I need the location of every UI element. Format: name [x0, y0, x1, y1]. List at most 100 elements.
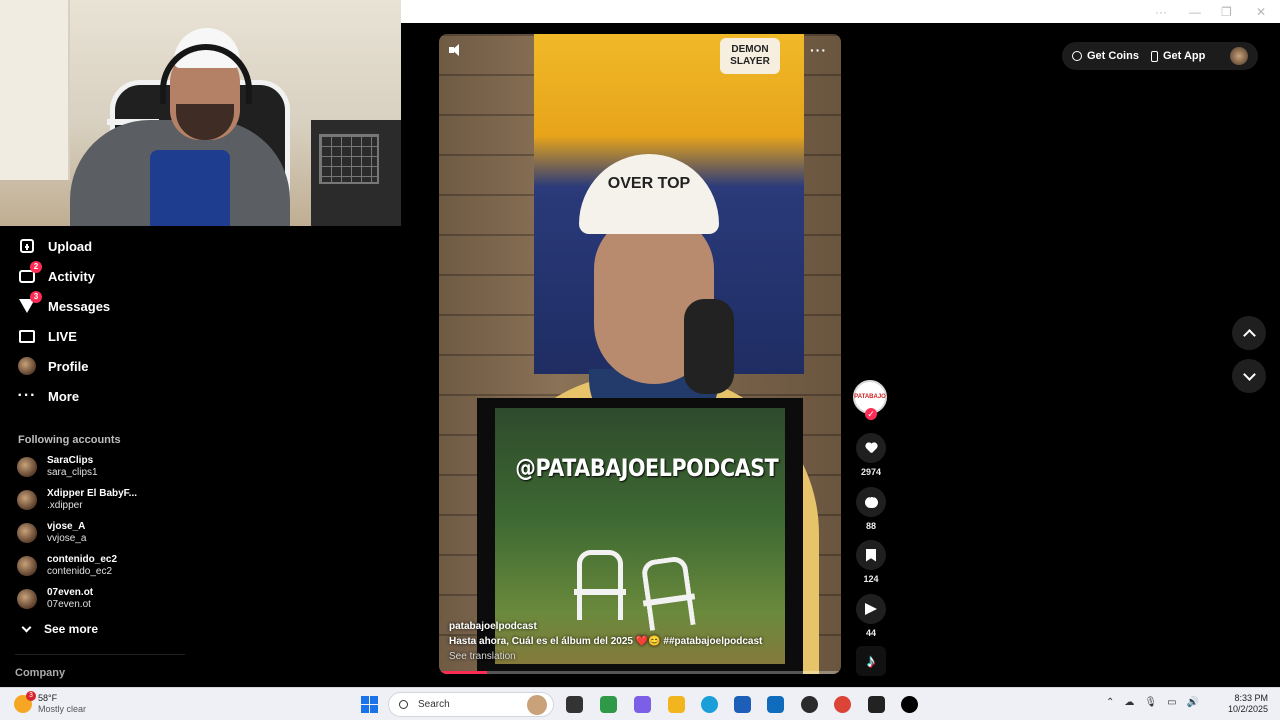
account-avatar — [17, 490, 37, 510]
following-account[interactable]: contenido_ec2 contenido_ec2 — [17, 554, 117, 578]
plastic-chair — [574, 550, 626, 620]
more-icon: ··· — [17, 387, 37, 404]
sidebar-item-live[interactable]: LIVE — [18, 324, 77, 348]
save-button[interactable]: 124 — [855, 540, 887, 584]
coin-icon — [1072, 51, 1082, 61]
chrome-icon[interactable] — [834, 696, 851, 713]
following-accounts-title: Following accounts — [18, 434, 121, 446]
sidebar-item-more[interactable]: ··· More — [17, 384, 80, 408]
sidebar-item-label: Activity — [48, 268, 95, 284]
see-translation-link[interactable]: See translation — [449, 649, 829, 664]
sidebar-item-messages[interactable]: 3 Messages — [18, 291, 111, 318]
previous-video-button[interactable] — [1232, 316, 1266, 350]
upload-icon — [18, 237, 36, 255]
store-icon[interactable] — [734, 696, 751, 713]
account-avatar — [17, 457, 37, 477]
bookmark-icon — [866, 548, 876, 562]
task-view-icon[interactable] — [566, 696, 583, 713]
window-titlebar: ··· — ❐ ✕ — [401, 0, 1280, 23]
sidebar-item-label: Upload — [48, 238, 93, 254]
sidebar-item-profile[interactable]: Profile — [18, 354, 88, 378]
following-account[interactable]: SaraClips sara_clips1 — [17, 455, 98, 479]
account-name: 07even.ot — [47, 587, 94, 598]
sidebar-item-upload[interactable]: Upload — [18, 234, 92, 258]
account-username: 07even.ot — [47, 599, 91, 610]
webcam-door — [0, 0, 70, 180]
following-account[interactable]: 07even.ot 07even.ot — [17, 587, 93, 611]
heart-icon — [865, 443, 877, 454]
like-button[interactable]: 2974 — [855, 433, 887, 477]
tray-chevron-up-icon[interactable]: ⌃ — [1106, 697, 1114, 708]
account-username: vvjose_a — [47, 533, 87, 544]
screen: Upload 2 Activity 3 Messages LIVE Profil… — [0, 0, 1280, 720]
xbox-icon[interactable] — [600, 696, 617, 713]
see-more-label: See more — [44, 622, 99, 636]
app-icon[interactable] — [868, 696, 885, 713]
comment-icon — [864, 492, 878, 508]
comment-button[interactable]: 88 — [855, 487, 887, 531]
onedrive-icon[interactable]: ☁ — [1124, 697, 1134, 708]
speaker-icon[interactable]: 🔊 — [1187, 697, 1199, 708]
follow-check-icon[interactable]: ✓ — [865, 408, 877, 420]
clock-date: 10/2/2025 — [1227, 704, 1268, 714]
account-name: contenido_ec2 — [47, 554, 118, 565]
file-explorer-icon[interactable] — [668, 696, 685, 713]
windows-taskbar: 3 58°F Mostly clear Search ⌃ ☁ 🎙 ▭ 🔊 8:33… — [0, 687, 1280, 720]
clock[interactable]: 8:33 PM 10/2/2025 — [1218, 693, 1268, 715]
volume-icon[interactable] — [449, 44, 465, 56]
messages-icon: 3 — [18, 291, 42, 315]
obs-icon[interactable] — [801, 696, 818, 713]
profile-avatar — [18, 357, 36, 375]
sidebar-item-label: Profile — [48, 358, 89, 374]
outlook-icon[interactable] — [767, 696, 784, 713]
window-minimize-button[interactable]: — — [1189, 5, 1201, 19]
tiktok-taskbar-icon[interactable] — [901, 696, 918, 713]
window-close-button[interactable]: ✕ — [1256, 5, 1266, 19]
tiktok-logo-icon[interactable]: ♪ — [856, 646, 886, 676]
poster-title: DEMON SLAYER — [720, 38, 780, 74]
account-avatar — [17, 523, 37, 543]
weather-badge: 3 — [26, 691, 36, 701]
webcam-overlay — [0, 0, 401, 226]
get-coins-button[interactable]: Get Coins — [1072, 50, 1139, 62]
copilot-icon[interactable] — [634, 696, 651, 713]
get-app-button[interactable]: Get App — [1150, 50, 1205, 62]
sidebar-item-activity[interactable]: 2 Activity — [18, 261, 95, 288]
window-menu-button[interactable]: ··· — [1155, 5, 1167, 19]
video-author[interactable]: patabajoelpodcast — [449, 619, 829, 634]
share-button[interactable]: 44 — [855, 594, 887, 638]
account-username: contenido_ec2 — [47, 566, 113, 577]
see-more-button[interactable]: See more — [20, 622, 98, 636]
start-button[interactable] — [361, 696, 378, 713]
microphone-icon[interactable]: 🎙 — [1144, 697, 1157, 708]
comment-count: 88 — [865, 521, 876, 531]
search-highlight-icon — [527, 694, 547, 715]
sidebar-item-label: LIVE — [48, 328, 77, 344]
window-maximize-button[interactable]: ❐ — [1221, 5, 1232, 19]
company-link[interactable]: Company — [15, 667, 65, 679]
video-progress-fill — [439, 671, 488, 674]
video-description: Hasta ahora, Cuál es el álbum del 2025 ❤… — [449, 636, 763, 647]
webcam-shirt — [150, 150, 230, 226]
microphone — [684, 299, 734, 394]
account-username: .xdipper — [47, 500, 83, 511]
next-video-button[interactable] — [1232, 359, 1266, 393]
following-account[interactable]: vjose_A vvjose_a — [17, 521, 86, 545]
sidebar-item-label: Messages — [48, 298, 111, 314]
clock-time: 8:33 PM — [1234, 693, 1268, 703]
video-more-button[interactable]: ··· — [810, 42, 827, 58]
taskbar-search[interactable]: Search — [388, 692, 554, 717]
activity-badge: 2 — [30, 261, 42, 273]
following-account[interactable]: Xdipper El BabyF... .xdipper — [17, 488, 137, 512]
account-name: Xdipper El BabyF... — [47, 488, 138, 499]
edge-icon[interactable] — [701, 696, 718, 713]
weather-widget[interactable]: 3 58°F Mostly clear — [14, 691, 86, 715]
network-icon[interactable]: ▭ — [1167, 697, 1176, 708]
user-avatar[interactable] — [1230, 47, 1248, 65]
share-count: 44 — [865, 628, 876, 638]
account-name: vjose_A — [47, 521, 86, 532]
video-player[interactable]: DEMON SLAYER OVER TOP @PATABAJOELPODCAST… — [439, 34, 841, 674]
weather-icon: 3 — [14, 691, 36, 713]
video-caption: patabajoelpodcast Hasta ahora, Cuál es e… — [449, 619, 829, 664]
video-progress-bar[interactable] — [439, 671, 841, 674]
